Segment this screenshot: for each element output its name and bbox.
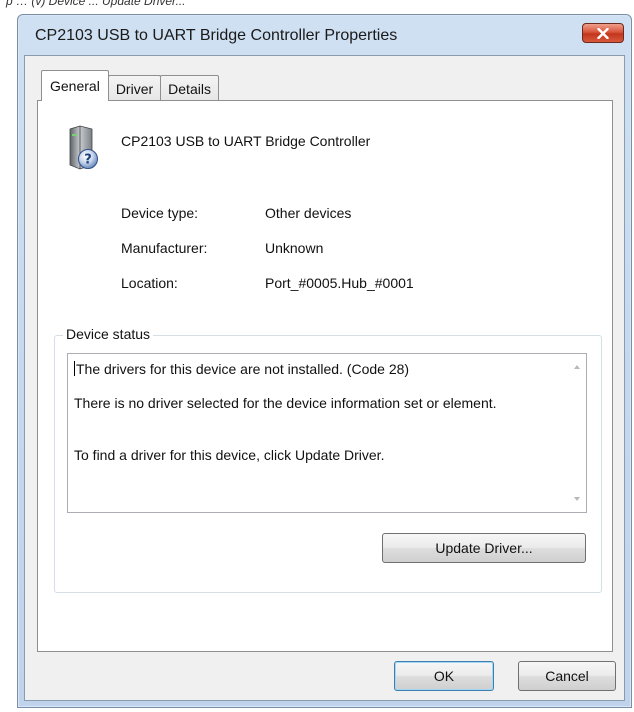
device-status-textbox[interactable]: The drivers for this device are not inst…: [67, 353, 587, 513]
scroll-down-arrow-icon[interactable]: [574, 497, 580, 501]
background-window-strip: p … (v) Device ... Update Driver...: [0, 0, 634, 14]
general-tab-page: ? CP2103 USB to UART Bridge Controller D…: [37, 100, 613, 652]
device-status-group: Device status The drivers for this devic…: [54, 326, 602, 593]
tab-strip: General Driver Details: [41, 69, 219, 101]
tab-details[interactable]: Details: [160, 75, 219, 101]
text-caret: [74, 361, 75, 376]
device-name: CP2103 USB to UART Bridge Controller: [121, 133, 371, 149]
status-line-3: To find a driver for this device, click …: [74, 447, 385, 463]
cancel-button[interactable]: Cancel: [518, 661, 616, 691]
update-driver-button[interactable]: Update Driver...: [382, 533, 586, 563]
location-label: Location:: [121, 275, 178, 291]
unknown-device-icon: ?: [69, 125, 98, 170]
tab-driver[interactable]: Driver: [107, 75, 162, 101]
tab-general[interactable]: General: [41, 70, 109, 101]
properties-dialog: CP2103 USB to UART Bridge Controller Pro…: [17, 14, 632, 708]
window-title: CP2103 USB to UART Bridge Controller Pro…: [35, 27, 398, 44]
status-line-1: The drivers for this device are not inst…: [76, 361, 410, 377]
svg-text:?: ?: [84, 153, 92, 168]
status-scrollbar[interactable]: [569, 354, 586, 512]
close-icon: [597, 27, 609, 39]
manufacturer-value: Unknown: [265, 240, 324, 256]
status-line-2: There is no driver selected for the devi…: [74, 395, 497, 411]
background-window-text: p … (v) Device ... Update Driver...: [6, 0, 186, 8]
dialog-client-area: General Driver Details ? CP2103 USB to U…: [24, 55, 625, 701]
scroll-up-arrow-icon[interactable]: [574, 365, 580, 369]
device-status-text: The drivers for this device are not inst…: [74, 360, 554, 464]
device-status-legend: Device status: [63, 326, 154, 342]
device-type-value: Other devices: [265, 205, 352, 221]
device-type-label: Device type:: [121, 205, 199, 221]
close-button[interactable]: [582, 23, 624, 43]
manufacturer-label: Manufacturer:: [121, 240, 208, 256]
title-bar[interactable]: CP2103 USB to UART Bridge Controller Pro…: [18, 15, 631, 55]
location-value: Port_#0005.Hub_#0001: [265, 275, 414, 291]
ok-button[interactable]: OK: [394, 661, 494, 691]
